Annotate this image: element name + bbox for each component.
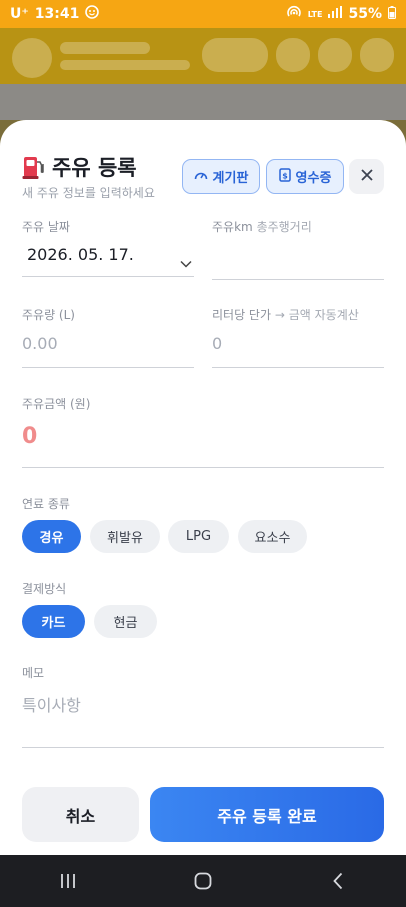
dashboard-scan-label: 계기판 [212, 171, 249, 186]
memo-input[interactable]: 특이사항 [22, 684, 384, 746]
amount-label: 주유금액 (원) [22, 397, 91, 411]
memo-placeholder: 특이사항 [22, 696, 81, 715]
submit-button[interactable]: 주유 등록 완료 [150, 787, 384, 842]
fuel-chip-lpg[interactable]: LPG [168, 520, 229, 553]
unit-price-label-hint: → 금액 자동계산 [274, 308, 359, 322]
fuel-chip-urea[interactable]: 요소수 [238, 520, 307, 553]
odometer-underline [212, 279, 384, 280]
memo-label: 메모 [22, 666, 45, 680]
clock: 13:41 [34, 6, 80, 22]
face-notification-icon [85, 5, 100, 23]
payment-chip-cash[interactable]: 현금 [94, 605, 157, 638]
receipt-scan-button[interactable]: $ 영수증 [266, 159, 344, 194]
memo-underline [22, 747, 384, 748]
sheet-header: 주유 등록 [22, 152, 137, 182]
odometer-label-hint: 총주행거리 [256, 220, 312, 234]
payment-chip-card[interactable]: 카드 [22, 605, 85, 638]
hotspot-icon [286, 5, 302, 23]
unit-price-placeholder: 0 [212, 334, 223, 353]
close-icon [360, 166, 374, 187]
cancel-button[interactable]: 취소 [22, 787, 139, 842]
back-icon[interactable] [318, 866, 358, 896]
date-value: 2026. 05. 17. [27, 245, 134, 264]
receipt-icon: $ [278, 167, 291, 186]
volume-placeholder: 0.00 [22, 334, 58, 353]
volume-underline [22, 367, 194, 368]
amount-value[interactable]: 0 [22, 424, 37, 449]
odometer-label: 주유km 총주행거리 [212, 218, 312, 235]
unit-price-label-main: 리터당 단가 [212, 308, 272, 322]
close-button[interactable] [349, 159, 384, 194]
fuel-type-label: 연료 종류 [22, 497, 70, 511]
home-icon[interactable] [183, 866, 223, 896]
unit-price-label: 리터당 단가 → 금액 자동계산 [212, 306, 359, 323]
battery-charging-icon [388, 5, 396, 23]
volume-label: 주유량 (L) [22, 308, 75, 322]
signal-icon [328, 6, 343, 22]
svg-text:$: $ [282, 171, 288, 180]
dashboard-scan-button[interactable]: 계기판 [182, 159, 260, 194]
payment-label: 결제방식 [22, 582, 67, 596]
recent-apps-icon[interactable] [48, 866, 88, 896]
battery-level: 55% [348, 6, 382, 22]
sheet-subtitle: 새 주유 정보를 입력하세요 [22, 186, 155, 200]
odometer-input[interactable] [212, 236, 384, 278]
fuel-chip-diesel[interactable]: 경유 [22, 520, 81, 553]
receipt-scan-label: 영수증 [295, 171, 332, 186]
sheet-title: 주유 등록 [52, 156, 137, 180]
fuel-pump-icon [22, 155, 44, 179]
system-nav-bar [0, 855, 406, 907]
date-field[interactable]: 2026. 05. 17. [22, 236, 194, 276]
status-bar: U⁺ 13:41 LTE 55% [0, 0, 406, 28]
carrier-label: U⁺ [10, 6, 29, 22]
fuel-chip-gasoline[interactable]: 휘발유 [90, 520, 160, 553]
background-app-section [0, 84, 406, 120]
volume-input[interactable]: 0.00 [22, 324, 194, 366]
date-underline [22, 276, 194, 277]
network-type-label: LTE [307, 9, 323, 19]
amount-underline [22, 467, 384, 468]
date-label: 주유 날짜 [22, 220, 70, 234]
chevron-down-icon [180, 253, 192, 272]
odometer-label-main: 주유km [212, 220, 253, 234]
unit-price-underline [212, 367, 384, 368]
gauge-icon [194, 169, 208, 185]
unit-price-input[interactable]: 0 [212, 324, 384, 366]
